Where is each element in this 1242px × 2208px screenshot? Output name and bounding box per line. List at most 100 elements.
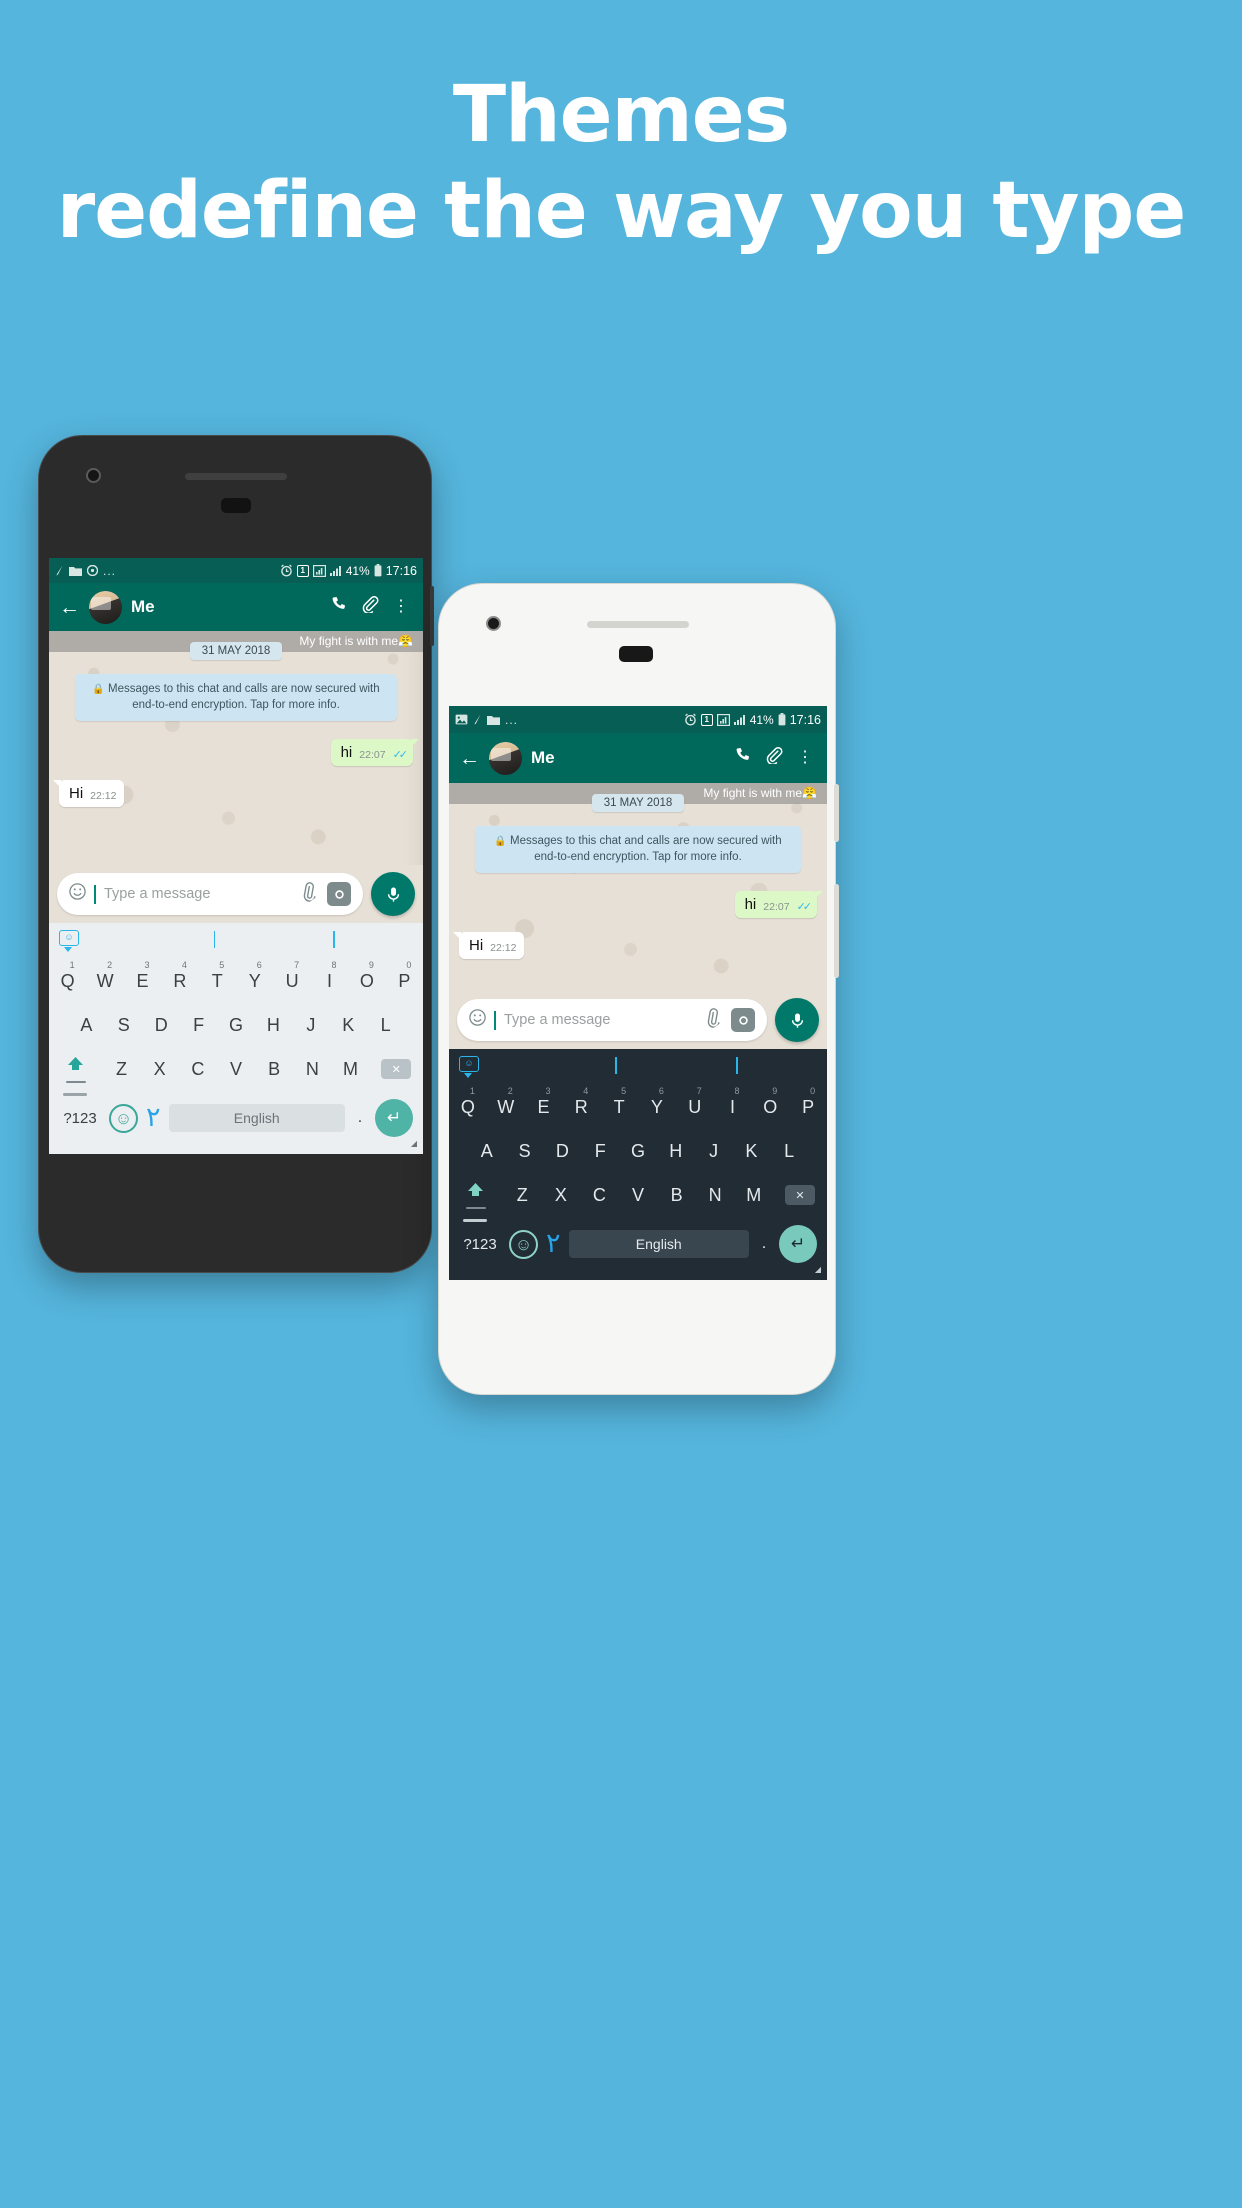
emoji-key[interactable]: ☺ (109, 1103, 138, 1133)
message-bubble[interactable]: Hi 22:12 (452, 932, 525, 960)
key-r[interactable]: 4R (562, 1086, 600, 1118)
voice-record-button[interactable] (775, 998, 819, 1042)
symbols-key[interactable]: ?123 (459, 1236, 501, 1253)
key-k[interactable]: K (732, 1141, 770, 1162)
shift-key[interactable] (449, 1182, 503, 1209)
avatar[interactable] (489, 741, 522, 775)
key-p[interactable]: 0P (386, 960, 423, 992)
key-m[interactable]: M (331, 1059, 369, 1080)
key-x[interactable]: X (141, 1059, 179, 1080)
sticker-smiley-icon[interactable]: ☺ (59, 929, 79, 952)
avatar[interactable] (89, 590, 122, 624)
message-input-pill[interactable]: Type a message (457, 999, 767, 1041)
spacebar[interactable]: English (168, 1104, 345, 1132)
period-key[interactable]: . (757, 1235, 771, 1253)
key-p[interactable]: 0P (789, 1086, 827, 1118)
key-j[interactable]: J (292, 1015, 329, 1036)
key-c[interactable]: C (580, 1185, 619, 1206)
key-n[interactable]: N (696, 1185, 735, 1206)
key-d[interactable]: D (142, 1015, 179, 1036)
language-switch-key[interactable]: ٢ (146, 1104, 161, 1131)
power-button[interactable] (834, 784, 839, 842)
key-x[interactable]: X (542, 1185, 581, 1206)
power-button[interactable] (430, 586, 434, 646)
camera-icon[interactable] (327, 882, 351, 906)
key-z[interactable]: Z (102, 1059, 140, 1080)
key-a[interactable]: A (468, 1141, 506, 1162)
backspace-key[interactable]: ✕ (773, 1185, 827, 1205)
back-button[interactable]: ← (459, 748, 480, 769)
key-z[interactable]: Z (503, 1185, 542, 1206)
key-b[interactable]: B (657, 1185, 696, 1206)
key-b[interactable]: B (255, 1059, 293, 1080)
key-m[interactable]: M (734, 1185, 773, 1206)
back-button[interactable]: ← (59, 597, 80, 618)
key-a[interactable]: A (68, 1015, 105, 1036)
key-e[interactable]: 3E (124, 960, 161, 992)
emoji-icon[interactable] (469, 1009, 486, 1031)
message-bubble[interactable]: Hi 22:12 (52, 780, 125, 808)
call-icon[interactable] (331, 596, 348, 618)
key-t[interactable]: 5T (199, 960, 236, 992)
backspace-key[interactable]: ✕ (370, 1059, 423, 1079)
sticker-smiley-icon[interactable]: ☺ (459, 1055, 479, 1078)
key-d[interactable]: D (544, 1141, 582, 1162)
message-input-pill[interactable]: Type a message (57, 873, 363, 915)
key-o[interactable]: 9O (751, 1086, 789, 1118)
key-c[interactable]: C (179, 1059, 217, 1080)
key-i[interactable]: 8I (311, 960, 348, 992)
voice-record-button[interactable] (371, 872, 415, 916)
key-w[interactable]: 2W (86, 960, 123, 992)
key-s[interactable]: S (105, 1015, 142, 1036)
key-g[interactable]: G (217, 1015, 254, 1036)
enter-key[interactable]: ↵ (779, 1225, 817, 1263)
key-q[interactable]: 1Q (449, 1086, 487, 1118)
encryption-notice[interactable]: 🔒 Messages to this chat and calls are no… (75, 674, 397, 722)
key-y[interactable]: 6Y (638, 1086, 676, 1118)
key-n[interactable]: N (293, 1059, 331, 1080)
enter-key[interactable]: ↵ (375, 1099, 413, 1137)
suggestion-bar[interactable]: ☺ (449, 1049, 827, 1081)
key-k[interactable]: K (330, 1015, 367, 1036)
key-g[interactable]: G (619, 1141, 657, 1162)
keyboard[interactable]: ☺ 1Q 2W 3E 4R 5T 6Y 7U 8I 9O 0P A S D F … (449, 1049, 827, 1280)
key-r[interactable]: 4R (161, 960, 198, 992)
key-l[interactable]: L (367, 1015, 404, 1036)
language-switch-key[interactable]: ٢ (546, 1230, 561, 1257)
overflow-menu-icon[interactable]: ⋮ (797, 750, 813, 766)
key-f[interactable]: F (581, 1141, 619, 1162)
emoji-key[interactable]: ☺ (509, 1229, 538, 1259)
key-q[interactable]: 1Q (49, 960, 86, 992)
key-e[interactable]: 3E (525, 1086, 563, 1118)
attach-icon[interactable] (766, 747, 783, 769)
key-s[interactable]: S (506, 1141, 544, 1162)
spacebar[interactable]: English (568, 1230, 749, 1258)
key-l[interactable]: L (770, 1141, 808, 1162)
attach-icon[interactable] (701, 1006, 728, 1034)
key-w[interactable]: 2W (487, 1086, 525, 1118)
key-u[interactable]: 7U (273, 960, 310, 992)
symbols-key[interactable]: ?123 (59, 1110, 101, 1127)
period-key[interactable]: . (353, 1109, 367, 1127)
key-u[interactable]: 7U (676, 1086, 714, 1118)
attach-icon[interactable] (297, 880, 324, 908)
key-y[interactable]: 6Y (236, 960, 273, 992)
camera-icon[interactable] (731, 1008, 755, 1032)
message-bubble[interactable]: hi 22:07 ✓✓ (330, 739, 420, 767)
key-v[interactable]: V (619, 1185, 658, 1206)
suggestion-bar[interactable]: ☺ (49, 923, 423, 955)
call-icon[interactable] (735, 747, 752, 769)
emoji-icon[interactable] (69, 883, 86, 905)
volume-button[interactable] (834, 884, 839, 978)
keyboard[interactable]: ☺ 1Q 2W 3E 4R 5T 6Y 7U 8I 9O 0P A S D F … (49, 923, 423, 1154)
encryption-notice[interactable]: 🔒 Messages to this chat and calls are no… (475, 826, 801, 874)
key-o[interactable]: 9O (348, 960, 385, 992)
key-t[interactable]: 5T (600, 1086, 638, 1118)
key-h[interactable]: H (657, 1141, 695, 1162)
key-j[interactable]: J (695, 1141, 733, 1162)
key-v[interactable]: V (217, 1059, 255, 1080)
shift-key[interactable] (49, 1056, 102, 1083)
key-f[interactable]: F (180, 1015, 217, 1036)
attach-icon[interactable] (362, 596, 379, 618)
message-bubble[interactable]: hi 22:07 ✓✓ (734, 891, 824, 919)
